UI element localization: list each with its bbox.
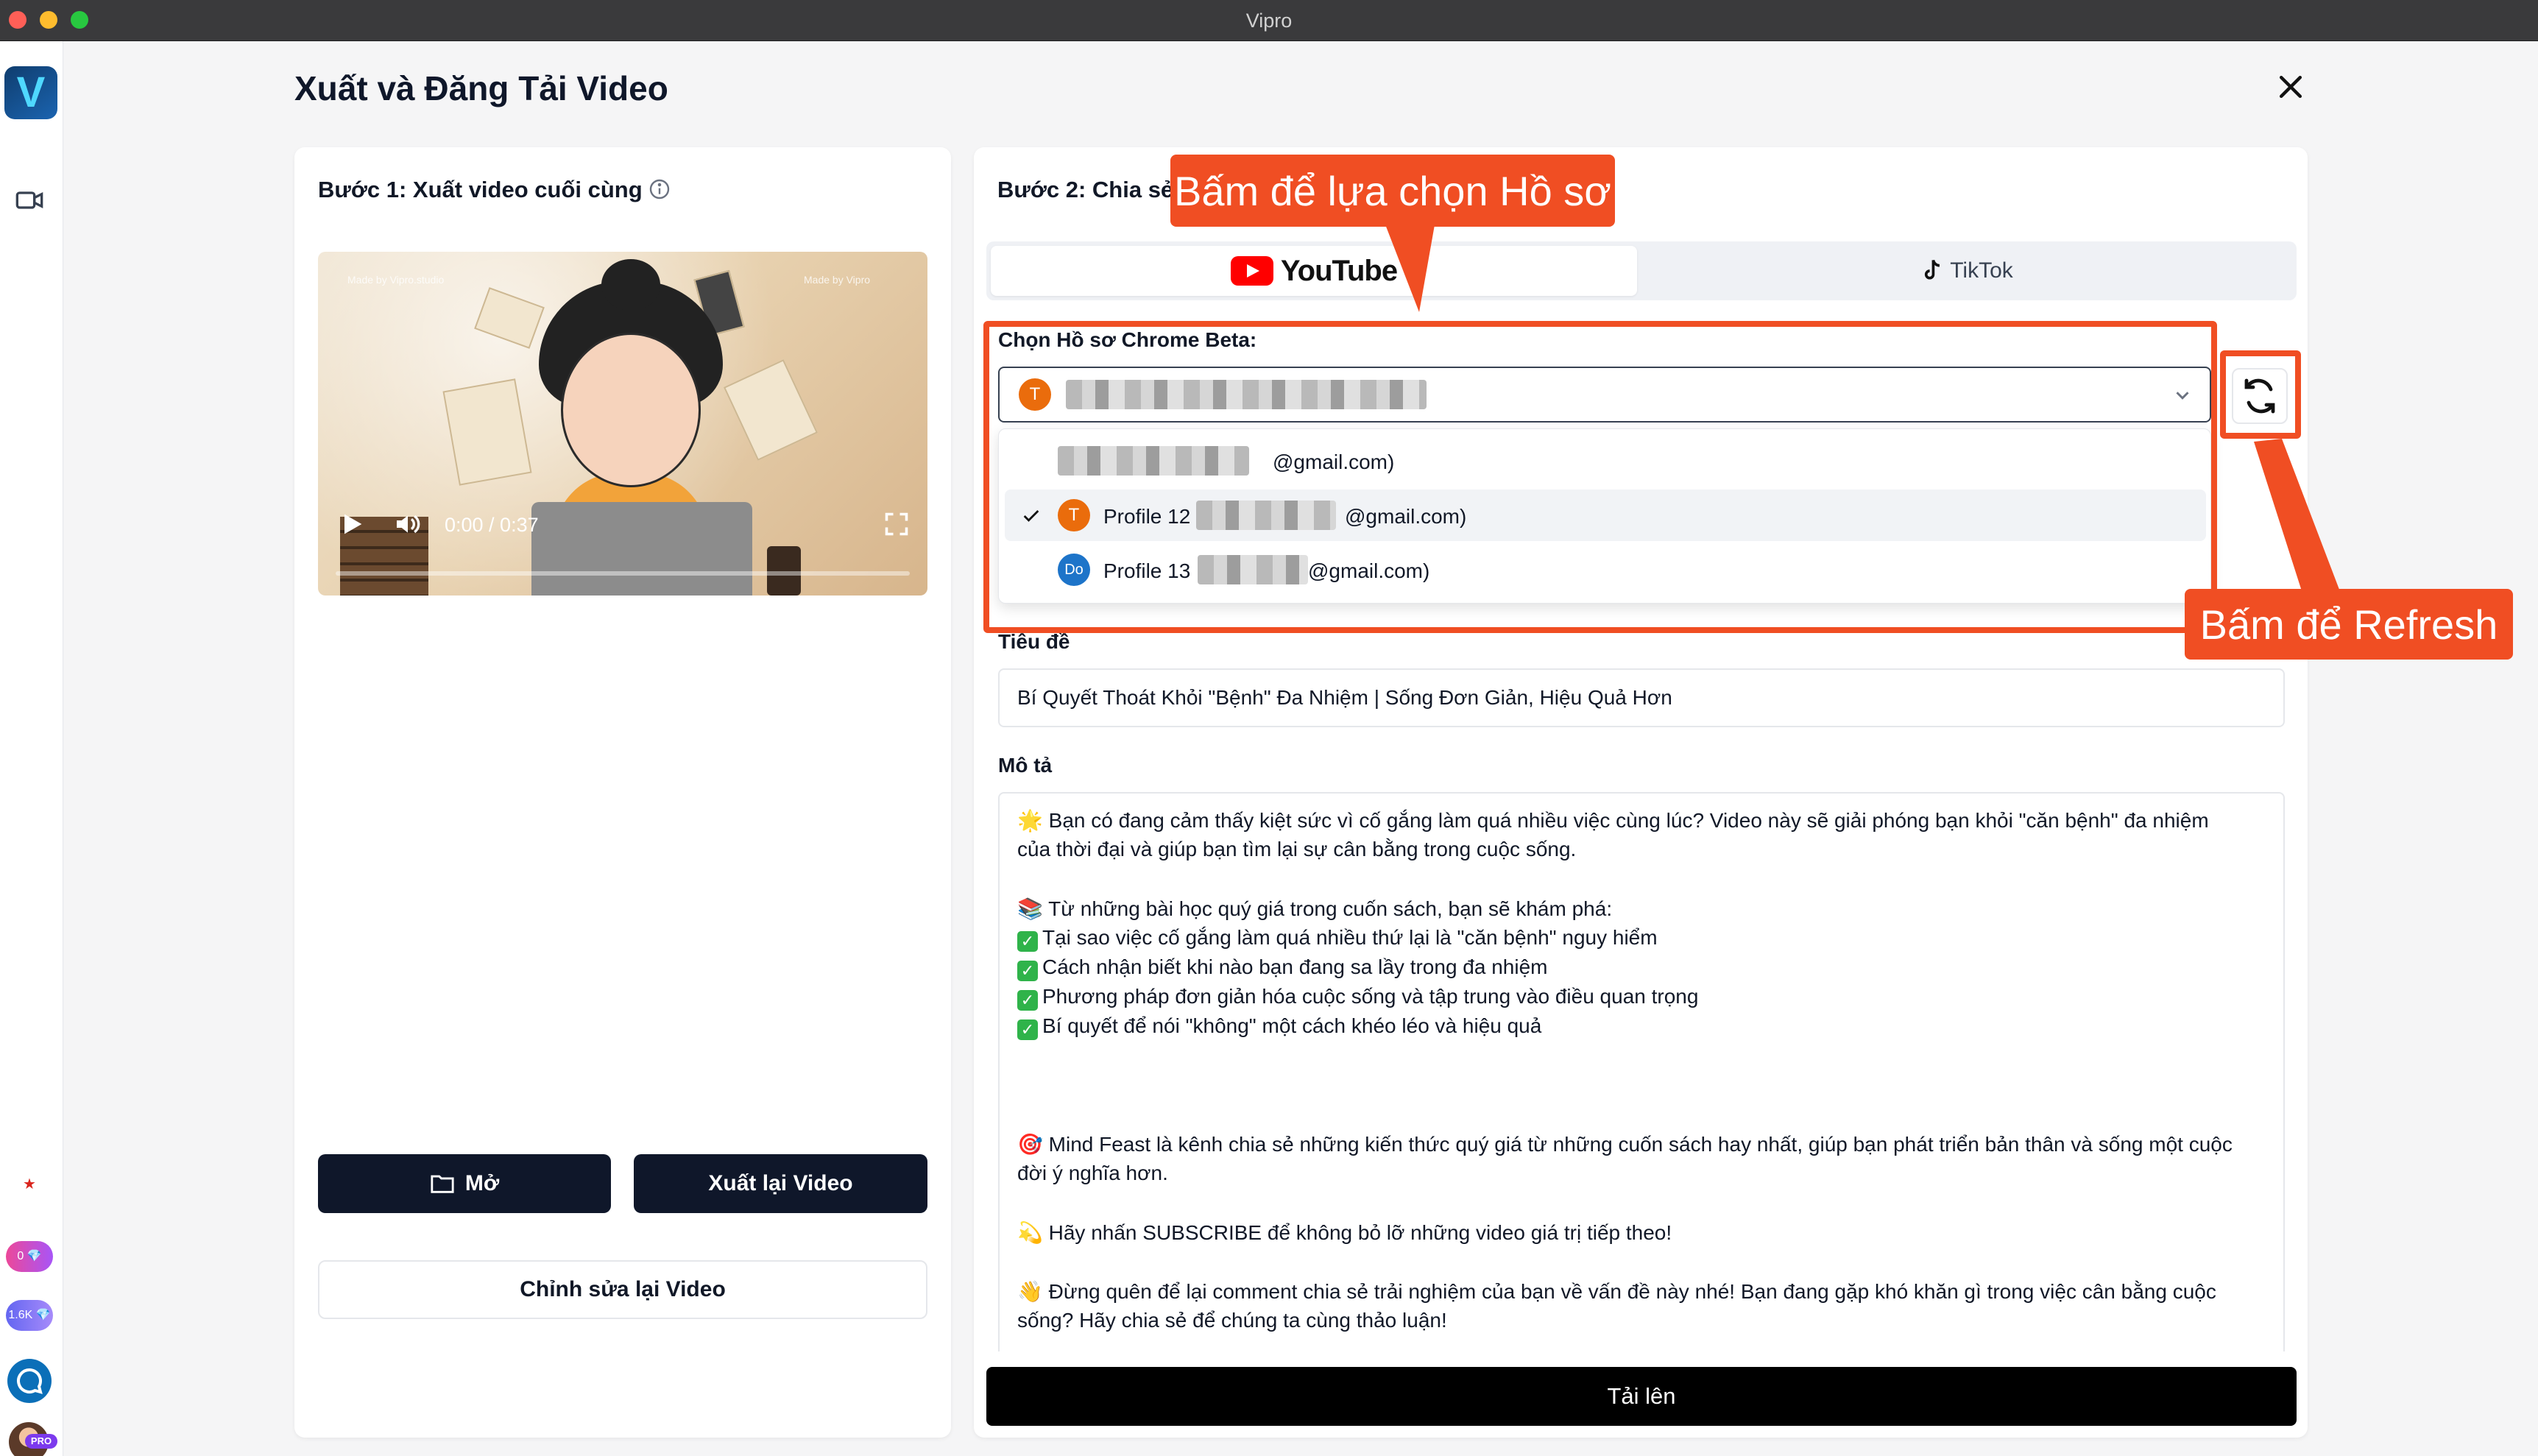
open-folder-button[interactable]: Mở [318,1154,611,1213]
video-time: 0:00 / 0:37 [445,514,539,536]
upload-button[interactable]: Tải lên [986,1367,2297,1426]
close-icon[interactable] [2274,71,2307,103]
volume-icon[interactable] [392,509,424,539]
chat-icon [17,1368,43,1394]
credit-badge[interactable]: 0 💎 [6,1241,53,1272]
info-icon[interactable] [648,177,671,201]
annotation-callout-profile: Bấm để lựa chọn Hồ sơ [1170,155,1615,227]
annotation-highlight-refresh [2220,350,2301,439]
youtube-icon [1230,256,1273,286]
annotation-highlight-profile [983,321,2217,633]
vietnam-flag-icon[interactable]: ★ [18,1176,41,1192]
app-sidebar: V ★ 0 💎 1.6K 💎 PRO [0,41,63,1456]
folder-icon [431,1175,454,1193]
pro-badge: PRO [25,1434,57,1449]
description-textarea[interactable]: 🌟 Bạn có đang cảm thấy kiệt sức vì cố gắ… [998,792,2285,1351]
fullscreen-icon[interactable] [883,511,910,537]
points-badge[interactable]: 1.6K 💎 [6,1300,53,1331]
window-titlebar: Vipro [0,0,2538,41]
edit-video-button[interactable]: Chỉnh sửa lại Video [318,1260,927,1319]
window-title: Vipro [1245,10,1293,32]
title-label: Tiêu đề [998,630,1070,653]
tab-tiktok[interactable]: TikTok [1641,246,2292,296]
step1-title: Bước 1: Xuất video cuối cùng [318,177,643,202]
platform-tabs: YouTube TikTok [986,241,2297,300]
page-title: Xuất và Đăng Tải Video [294,69,668,107]
chat-button[interactable] [7,1359,52,1403]
app-logo[interactable]: V [4,66,57,119]
play-icon[interactable] [337,509,367,539]
title-input[interactable]: Bí Quyết Thoát Khỏi "Bệnh" Đa Nhiệm | Số… [998,668,2285,727]
re-export-button[interactable]: Xuất lại Video [634,1154,927,1213]
tiktok-icon [1925,259,1940,280]
video-camera-icon[interactable] [15,185,44,215]
video-preview[interactable]: Made by Vipro.studio Made by Vipro 0:00 … [318,252,927,596]
description-label: Mô tả [998,754,1053,777]
annotation-callout-refresh: Bấm để Refresh [2185,589,2513,660]
video-progress-bar[interactable] [336,571,910,576]
step2-title: Bước 2: Chia sẻ [997,177,1174,202]
tab-youtube[interactable]: YouTube [991,246,1637,296]
